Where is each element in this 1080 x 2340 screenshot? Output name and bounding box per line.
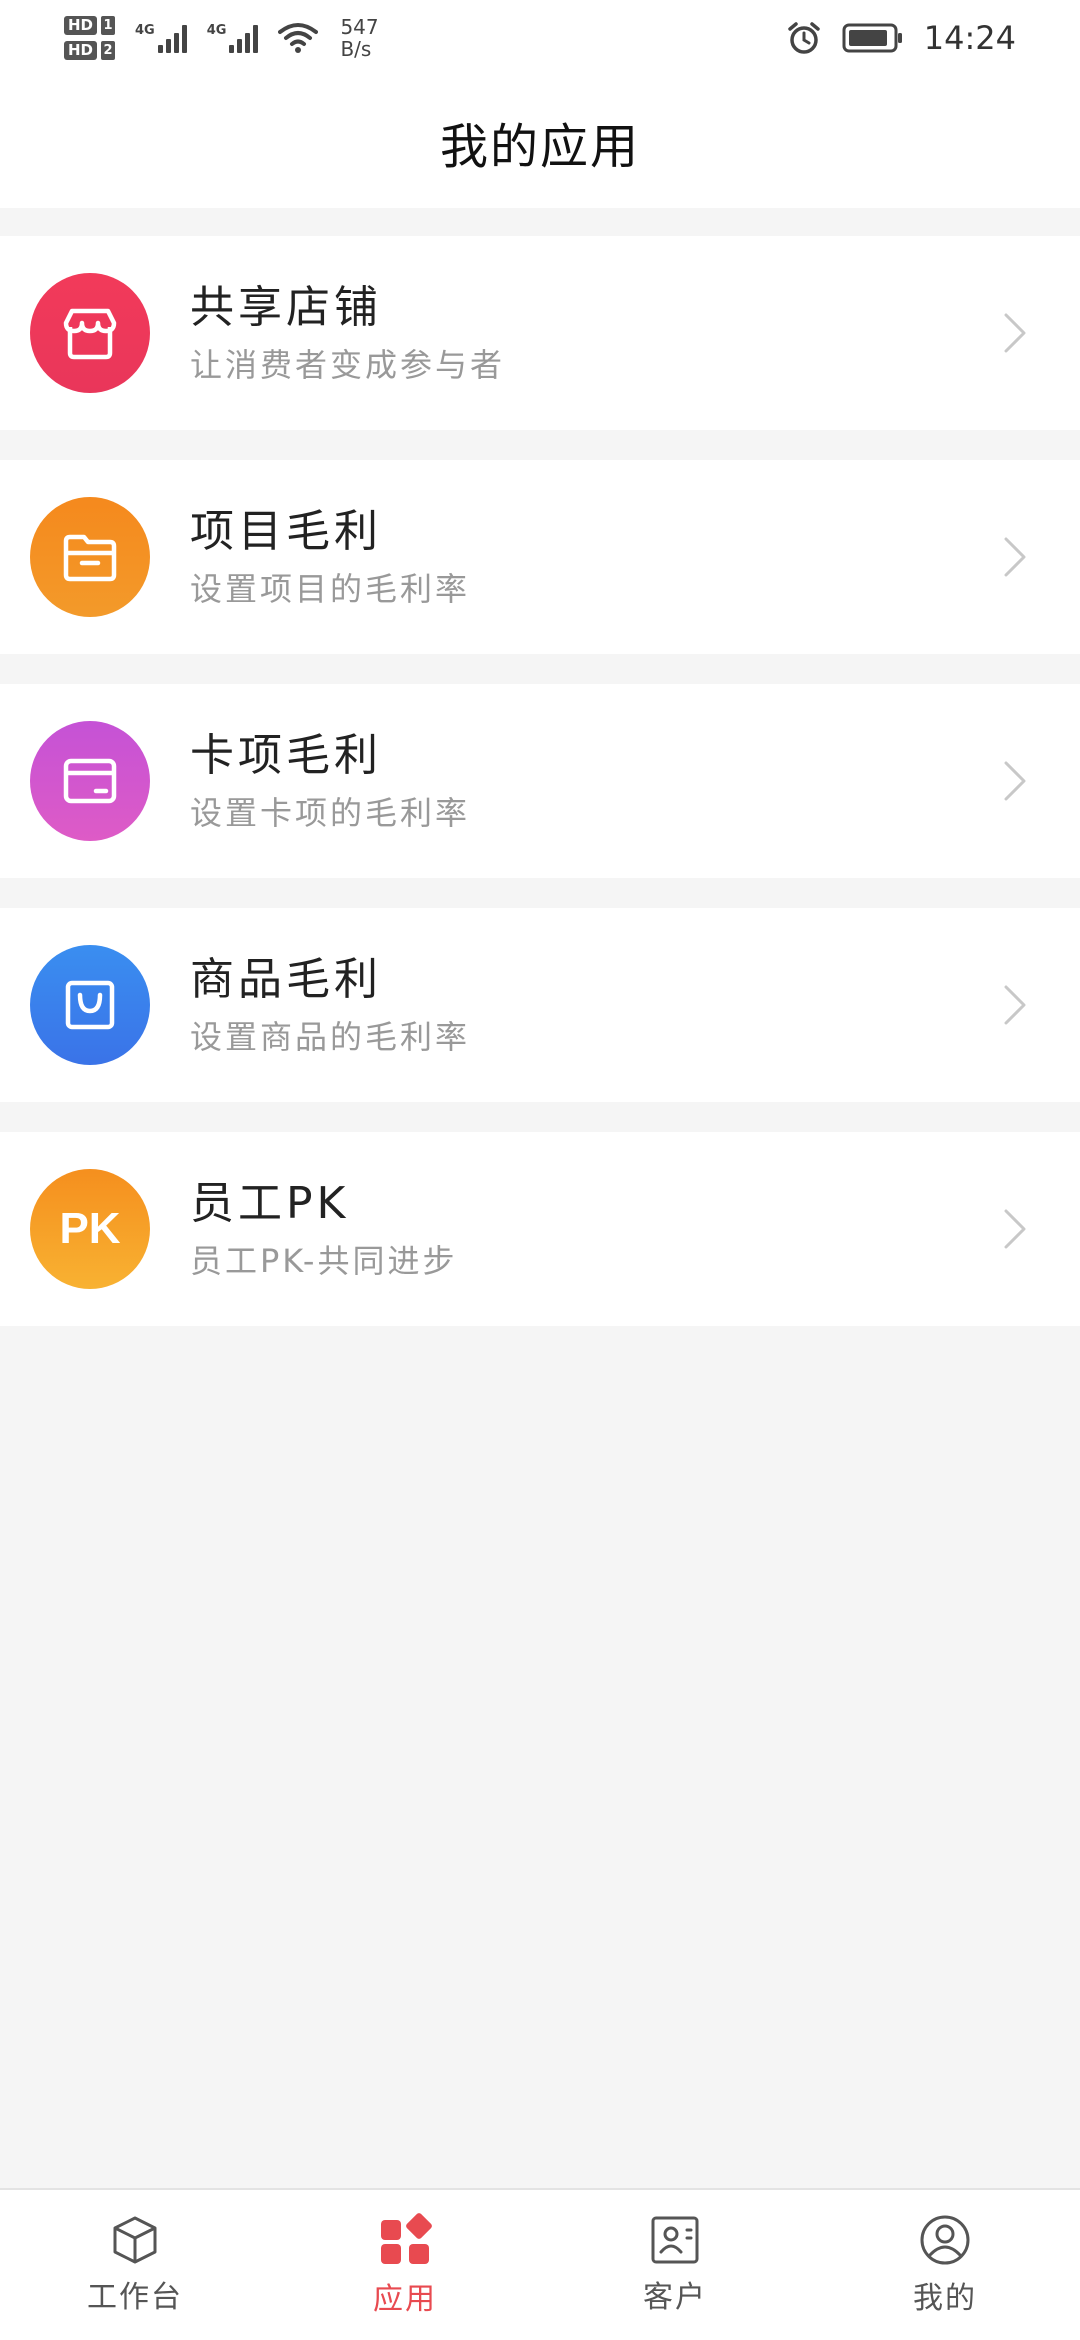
chevron-right-icon [1004, 761, 1026, 801]
nav-label: 客户 [643, 2280, 707, 2315]
page-title: 我的应用 [439, 119, 640, 175]
status-bar: HD 1 HD 2 4G 4G 547 B/s 14:24 [0, 0, 1080, 76]
app-item-text: 卡项毛利 设置卡项的毛利率 [190, 728, 1000, 834]
hd-indicator-2: HD 2 [64, 41, 116, 60]
app-subtitle: 设置商品的毛利率 [190, 1018, 471, 1056]
app-subtitle: 员工PK-共同进步 [190, 1242, 458, 1280]
hd-badge: HD [64, 16, 98, 35]
app-item-card-margin[interactable]: 卡项毛利 设置卡项的毛利率 [0, 684, 1080, 878]
shopping-bag-icon [30, 945, 150, 1065]
wifi-icon [278, 23, 319, 53]
app-item-shared-store[interactable]: 共享店铺 让消费者变成参与者 [0, 236, 1080, 430]
app-item-text: 商品毛利 设置商品的毛利率 [190, 952, 1000, 1058]
pk-icon-text: PK [59, 1204, 121, 1253]
chevron-right-icon [1004, 313, 1026, 353]
hd-indicators: HD 1 HD 2 [64, 16, 116, 60]
status-left: HD 1 HD 2 4G 4G 547 B/s [64, 16, 379, 60]
network-speed: 547 B/s [340, 16, 378, 60]
nav-item-workbench[interactable]: 工作台 [25, 2214, 245, 2316]
signal-1: 4G [135, 23, 187, 53]
sim-number: 1 [101, 16, 116, 35]
bottom-nav: 工作台 应用 客户 我的 [0, 2188, 1080, 2340]
app-item-text: 员工PK 员工PK-共同进步 [190, 1176, 1000, 1282]
store-icon [30, 273, 150, 393]
nav-item-customers[interactable]: 客户 [565, 2214, 785, 2316]
app-title: 项目毛利 [190, 506, 382, 557]
app-title: 商品毛利 [190, 954, 382, 1005]
app-list: 共享店铺 让消费者变成参与者 项目毛利 设置项目的毛利率 卡项毛利 设置卡项的毛… [0, 236, 1080, 1356]
chevron-right-icon [1004, 985, 1026, 1025]
speed-value: 547 [340, 15, 379, 39]
alarm-icon [788, 22, 820, 54]
app-subtitle: 设置项目的毛利率 [190, 570, 471, 608]
app-item-staff-pk[interactable]: PK 员工PK 员工PK-共同进步 [0, 1132, 1080, 1326]
battery-icon [842, 23, 902, 53]
contact-card-icon [651, 2216, 699, 2264]
card-icon [30, 721, 150, 841]
folder-icon [30, 497, 150, 617]
signal-bars-icon [229, 23, 259, 53]
signal-bars-icon [157, 23, 187, 53]
speed-unit: B/s [340, 37, 372, 61]
screen: HD 1 HD 2 4G 4G 547 B/s 14:24 我的应用 共享店铺 … [0, 0, 1080, 2340]
app-subtitle: 让消费者变成参与者 [190, 346, 506, 384]
network-type: 4G [206, 23, 227, 38]
cube-icon [113, 2216, 157, 2264]
nav-label: 我的 [913, 2281, 977, 2316]
nav-item-mine[interactable]: 我的 [835, 2213, 1055, 2317]
network-type: 4G [135, 23, 155, 38]
chevron-right-icon [1004, 1209, 1026, 1249]
app-item-text: 共享店铺 让消费者变成参与者 [190, 280, 1000, 386]
app-item-product-margin[interactable]: 商品毛利 设置商品的毛利率 [0, 908, 1080, 1102]
hd-indicator-1: HD 1 [64, 16, 116, 35]
clock: 14:24 [923, 19, 1016, 57]
app-title: 员工PK [190, 1178, 350, 1229]
profile-icon [920, 2215, 970, 2265]
hd-badge: HD [64, 41, 98, 60]
app-title: 共享店铺 [190, 282, 382, 333]
pk-icon: PK [30, 1169, 150, 1289]
title-bar: 我的应用 [0, 76, 1080, 208]
nav-label: 工作台 [87, 2280, 183, 2315]
app-item-project-margin[interactable]: 项目毛利 设置项目的毛利率 [0, 460, 1080, 654]
sim-number: 2 [101, 41, 116, 60]
app-subtitle: 设置卡项的毛利率 [190, 794, 471, 832]
status-right: 14:24 [786, 19, 1016, 57]
app-title: 卡项毛利 [190, 730, 382, 781]
apps-grid-icon [381, 2213, 432, 2264]
chevron-right-icon [1004, 537, 1026, 577]
nav-label: 应用 [373, 2282, 437, 2317]
signal-2: 4G [207, 23, 259, 53]
app-item-text: 项目毛利 设置项目的毛利率 [190, 504, 1000, 610]
nav-item-apps[interactable]: 应用 [295, 2212, 515, 2318]
